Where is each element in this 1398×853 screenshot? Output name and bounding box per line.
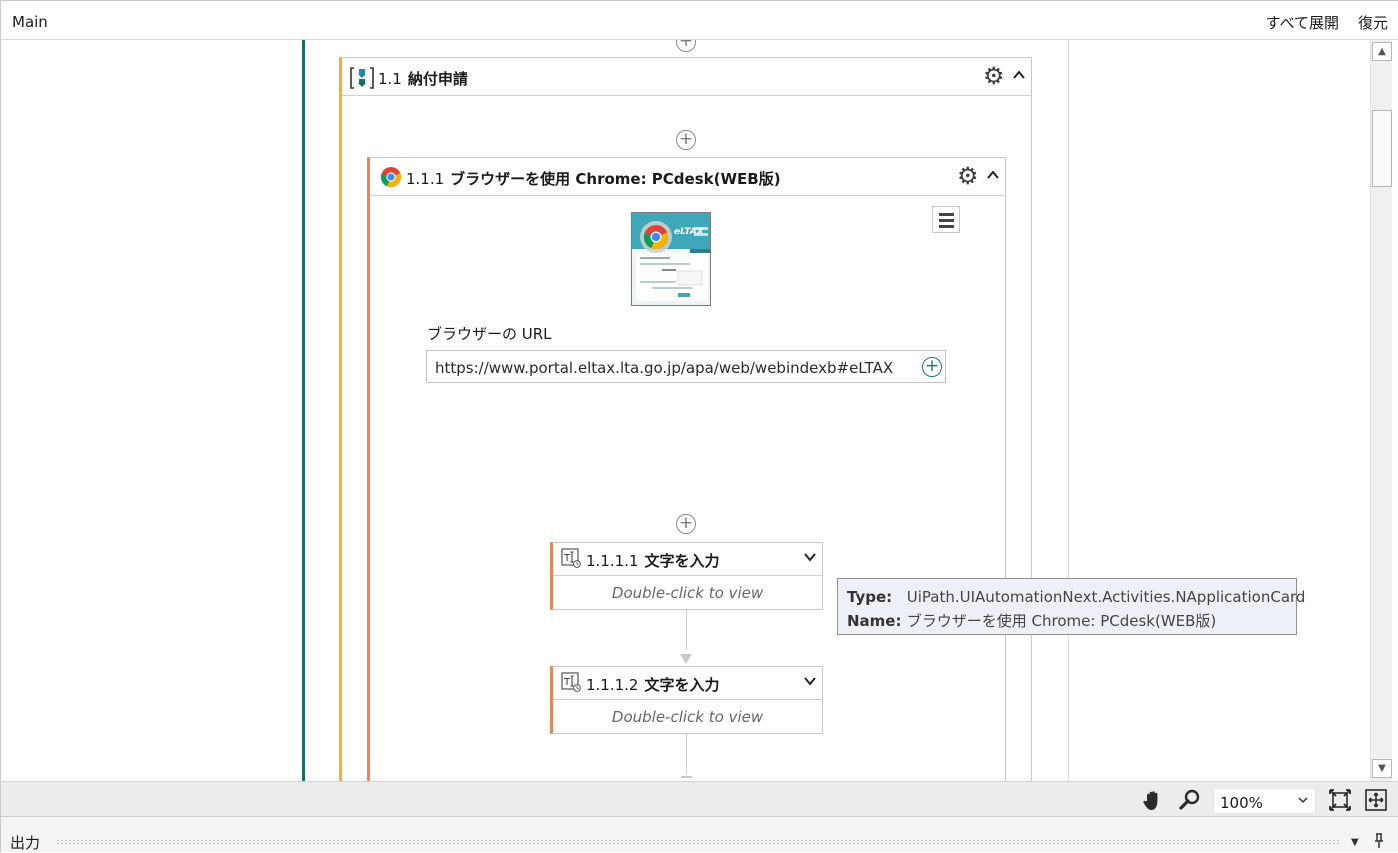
tooltip-name-value: ブラウザーを使用 Chrome: PCdesk(WEB版): [906, 612, 1217, 630]
type-into-activity[interactable]: T 1.1.1.1 文字を入力 Double-click to view: [550, 542, 823, 610]
double-click-hint[interactable]: Double-click to view: [553, 584, 822, 602]
svg-text:T: T: [563, 677, 571, 688]
tooltip-type-value: UiPath.UIAutomationNext.Activities.NAppl…: [906, 588, 1306, 606]
scroll-down-arrow-icon[interactable]: ▼: [1372, 759, 1392, 778]
use-browser-collapse-chevron-up-icon[interactable]: [986, 168, 1000, 186]
chrome-icon: [380, 167, 402, 188]
add-activity-plus[interactable]: +: [676, 514, 696, 534]
panel-dropdown-icon[interactable]: ▼: [1351, 837, 1359, 848]
connector-line: [686, 734, 687, 774]
use-browser-gear-icon[interactable]: ⚙: [957, 164, 979, 188]
tooltip-name-label: Name:: [847, 612, 902, 630]
fit-to-screen-icon[interactable]: [1328, 788, 1352, 812]
expand-all-button[interactable]: すべて展開: [1266, 12, 1339, 33]
use-browser-header[interactable]: 1.1.1 ブラウザーを使用 Chrome: PCdesk(WEB版) ⚙: [370, 158, 1005, 196]
designer-bottom-toolbar: 100%: [0, 781, 1398, 817]
connector-line: [686, 610, 687, 650]
url-plus-icon[interactable]: +: [922, 357, 942, 377]
main-sequence-line: [302, 40, 305, 781]
sequence-icon: [350, 67, 374, 89]
sequence-header[interactable]: 1.1 納付申請 ⚙: [342, 58, 1031, 96]
type-into-icon: T: [561, 548, 581, 568]
pin-icon[interactable]: [1373, 833, 1385, 853]
workflow-title: Main: [12, 13, 48, 31]
add-activity-plus[interactable]: +: [676, 130, 696, 150]
type-into-expand-chevron-down-icon[interactable]: [803, 550, 817, 568]
scroll-thumb[interactable]: [1372, 110, 1392, 187]
add-activity-plus[interactable]: +: [676, 40, 696, 52]
type-into-icon: T: [561, 672, 581, 692]
zoom-level-select[interactable]: 100%: [1213, 788, 1316, 814]
canvas-vertical-scrollbar[interactable]: ▲ ▼: [1370, 40, 1392, 781]
type-into-title: 1.1.1.2 文字を入力: [586, 676, 720, 694]
sequence-title: 1.1 納付申請: [378, 70, 468, 88]
tooltip-type-label: Type:: [847, 588, 893, 606]
designer-header: Main すべて展開 復元: [0, 0, 1398, 40]
browser-url-label: ブラウザーの URL: [427, 325, 552, 343]
type-into-title: 1.1.1.1 文字を入力: [586, 552, 720, 570]
svg-text:T: T: [563, 553, 571, 564]
browser-screenshot-thumbnail[interactable]: eLTAX: [631, 212, 711, 306]
sequence-gear-icon[interactable]: ⚙: [983, 64, 1005, 88]
designer-canvas[interactable]: + 1.1 納付申請 ⚙ + 1.1.1 ブラウザーを使用 Chrome: PC…: [0, 40, 1370, 781]
output-panel-title: 出力: [10, 834, 41, 852]
double-click-hint[interactable]: Double-click to view: [553, 708, 822, 726]
type-into-header[interactable]: T 1.1.1.2 文字を入力: [553, 667, 822, 700]
output-panel-grip[interactable]: [56, 839, 1339, 845]
type-into-header[interactable]: T 1.1.1.1 文字を入力: [553, 543, 822, 576]
thumbnail-site-logo: eLTAX: [674, 227, 704, 237]
use-browser-title: 1.1.1 ブラウザーを使用 Chrome: PCdesk(WEB版): [406, 170, 781, 188]
hand-pan-icon[interactable]: [1141, 788, 1165, 812]
type-into-activity[interactable]: T 1.1.1.2 文字を入力 Double-click to view: [550, 666, 823, 734]
use-browser-menu-button[interactable]: [932, 206, 960, 233]
output-panel[interactable]: 出力 ▼: [0, 817, 1398, 852]
activity-tooltip: Type: UiPath.UIAutomationNext.Activities…: [837, 578, 1305, 635]
canvas-boundary-line: [1068, 40, 1069, 781]
zoom-magnifier-icon[interactable]: [1178, 788, 1202, 812]
scroll-up-arrow-icon[interactable]: ▲: [1372, 42, 1392, 61]
browser-url-field[interactable]: https://www.portal.eltax.lta.go.jp/apa/w…: [426, 350, 946, 383]
overview-icon[interactable]: [1364, 788, 1388, 812]
connector-stub: [681, 776, 692, 778]
restore-button[interactable]: 復元: [1358, 12, 1388, 33]
connector-arrow-icon: [680, 654, 692, 664]
browser-url-value: https://www.portal.eltax.lta.go.jp/apa/w…: [435, 359, 894, 377]
hamburger-menu-icon: [939, 213, 954, 216]
chevron-down-icon: [1298, 793, 1308, 810]
type-into-expand-chevron-down-icon[interactable]: [803, 674, 817, 692]
zoom-level-value: 100%: [1220, 794, 1263, 812]
sequence-collapse-chevron-up-icon[interactable]: [1012, 68, 1026, 86]
